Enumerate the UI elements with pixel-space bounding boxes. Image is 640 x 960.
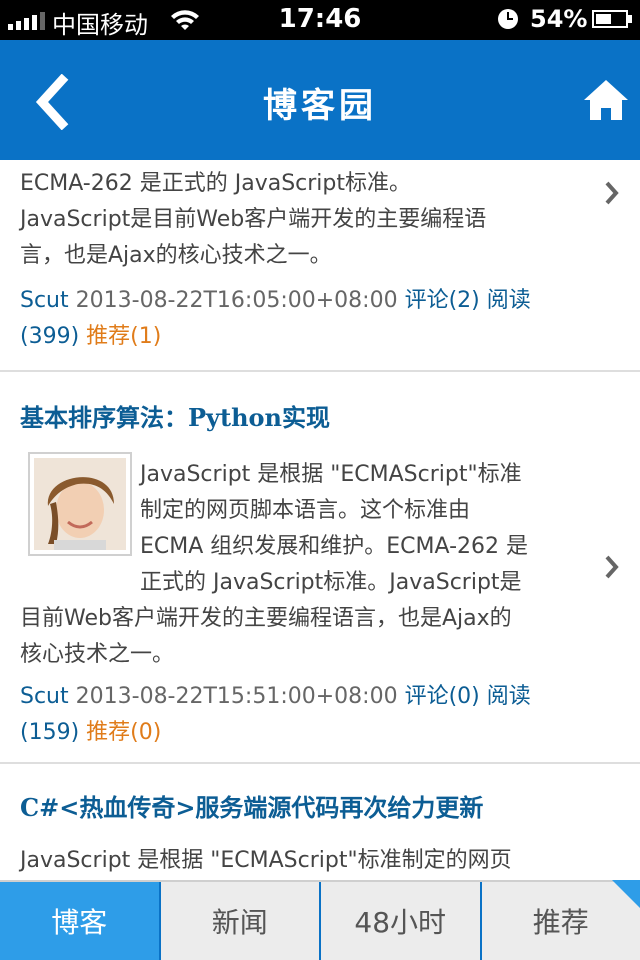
blog-post-item[interactable]: C#<热血传奇>服务端源代码再次给力更新 JavaScript 是根据 "ECM…	[0, 764, 640, 880]
post-meta-line: (399) 推荐(1)	[20, 318, 161, 350]
avatar-photo	[34, 458, 126, 550]
post-summary-line: JavaScript 是根据 "ECMAScript"标准制定的网页	[20, 848, 512, 873]
post-author[interactable]: Scut	[20, 684, 69, 709]
post-summary-line: ECMA-262 是正式的 JavaScript标准。	[20, 171, 412, 196]
post-title[interactable]: C#<热血传奇>服务端源代码再次给力更新	[20, 788, 483, 823]
post-recommend: 推荐(0)	[86, 720, 162, 745]
post-date: 2013-08-22T16:05:00+08:00	[75, 288, 398, 313]
navigation-bar: 博客园	[0, 40, 640, 160]
post-summary-line: JavaScript是目前Web客户端开发的主要编程语	[20, 207, 487, 232]
post-comments: 评论(0)	[404, 684, 480, 709]
tab-48-hours[interactable]: 48小时	[321, 882, 482, 960]
post-summary-line: 核心技术之一。	[20, 642, 175, 667]
status-bar: 中国移动 17:46 54%	[0, 0, 640, 40]
post-summary-line: 言，也是Ajax的核心技术之一。	[20, 243, 332, 268]
blog-post-item[interactable]: 基本排序算法：Python实现 JavaScript 是根据 "ECMAScri…	[0, 372, 640, 764]
disclosure-chevron-icon	[605, 181, 619, 205]
post-summary-line: 正式的 JavaScript标准。JavaScript是	[140, 570, 522, 595]
tab-news[interactable]: 新闻	[161, 882, 321, 960]
battery-percentage: 54%	[530, 5, 588, 33]
app-screen: 中国移动 17:46 54% 博客园 ECMA-262 是正式的 JavaScr…	[0, 0, 640, 960]
page-title: 博客园	[263, 86, 377, 126]
post-meta-line: (159) 推荐(0)	[20, 714, 161, 746]
blog-post-list[interactable]: ECMA-262 是正式的 JavaScript标准。 JavaScript是目…	[0, 160, 640, 880]
post-summary-line: 制定的网页脚本语言。这个标准由	[140, 498, 471, 523]
post-summary-line: 目前Web客户端开发的主要编程语言，也是Ajax的	[20, 606, 512, 631]
tab-corner-marker	[612, 880, 640, 908]
post-reads-count: (159)	[20, 720, 80, 745]
bottom-tab-bar: 博客 新闻 48小时 推荐	[0, 880, 640, 960]
post-recommend: 推荐(1)	[86, 324, 162, 349]
post-reads-count: (399)	[20, 324, 80, 349]
post-reads-label: 阅读	[486, 288, 531, 313]
post-summary-line: JavaScript 是根据 "ECMAScript"标准	[140, 462, 522, 487]
battery-level-fill	[596, 14, 611, 24]
post-author-avatar	[28, 452, 132, 556]
home-icon[interactable]	[582, 76, 630, 124]
post-author[interactable]: Scut	[20, 288, 69, 313]
post-summary-line: ECMA 组织发展和维护。ECMA-262 是	[140, 534, 529, 559]
tab-blog[interactable]: 博客	[0, 882, 161, 960]
post-comments: 评论(2)	[404, 288, 480, 313]
post-date: 2013-08-22T15:51:00+08:00	[75, 684, 398, 709]
blog-post-item[interactable]: ECMA-262 是正式的 JavaScript标准。 JavaScript是目…	[0, 160, 640, 372]
disclosure-chevron-icon	[605, 555, 619, 579]
post-reads-label: 阅读	[486, 684, 531, 709]
post-title[interactable]: 基本排序算法：Python实现	[20, 398, 330, 433]
alarm-clock-icon	[498, 9, 518, 29]
battery-icon	[592, 10, 628, 28]
battery-tip	[628, 15, 632, 23]
post-meta-line: Scut 2013-08-22T15:51:00+08:00 评论(0) 阅读	[20, 678, 531, 710]
post-meta-line: Scut 2013-08-22T16:05:00+08:00 评论(2) 阅读	[20, 282, 531, 314]
